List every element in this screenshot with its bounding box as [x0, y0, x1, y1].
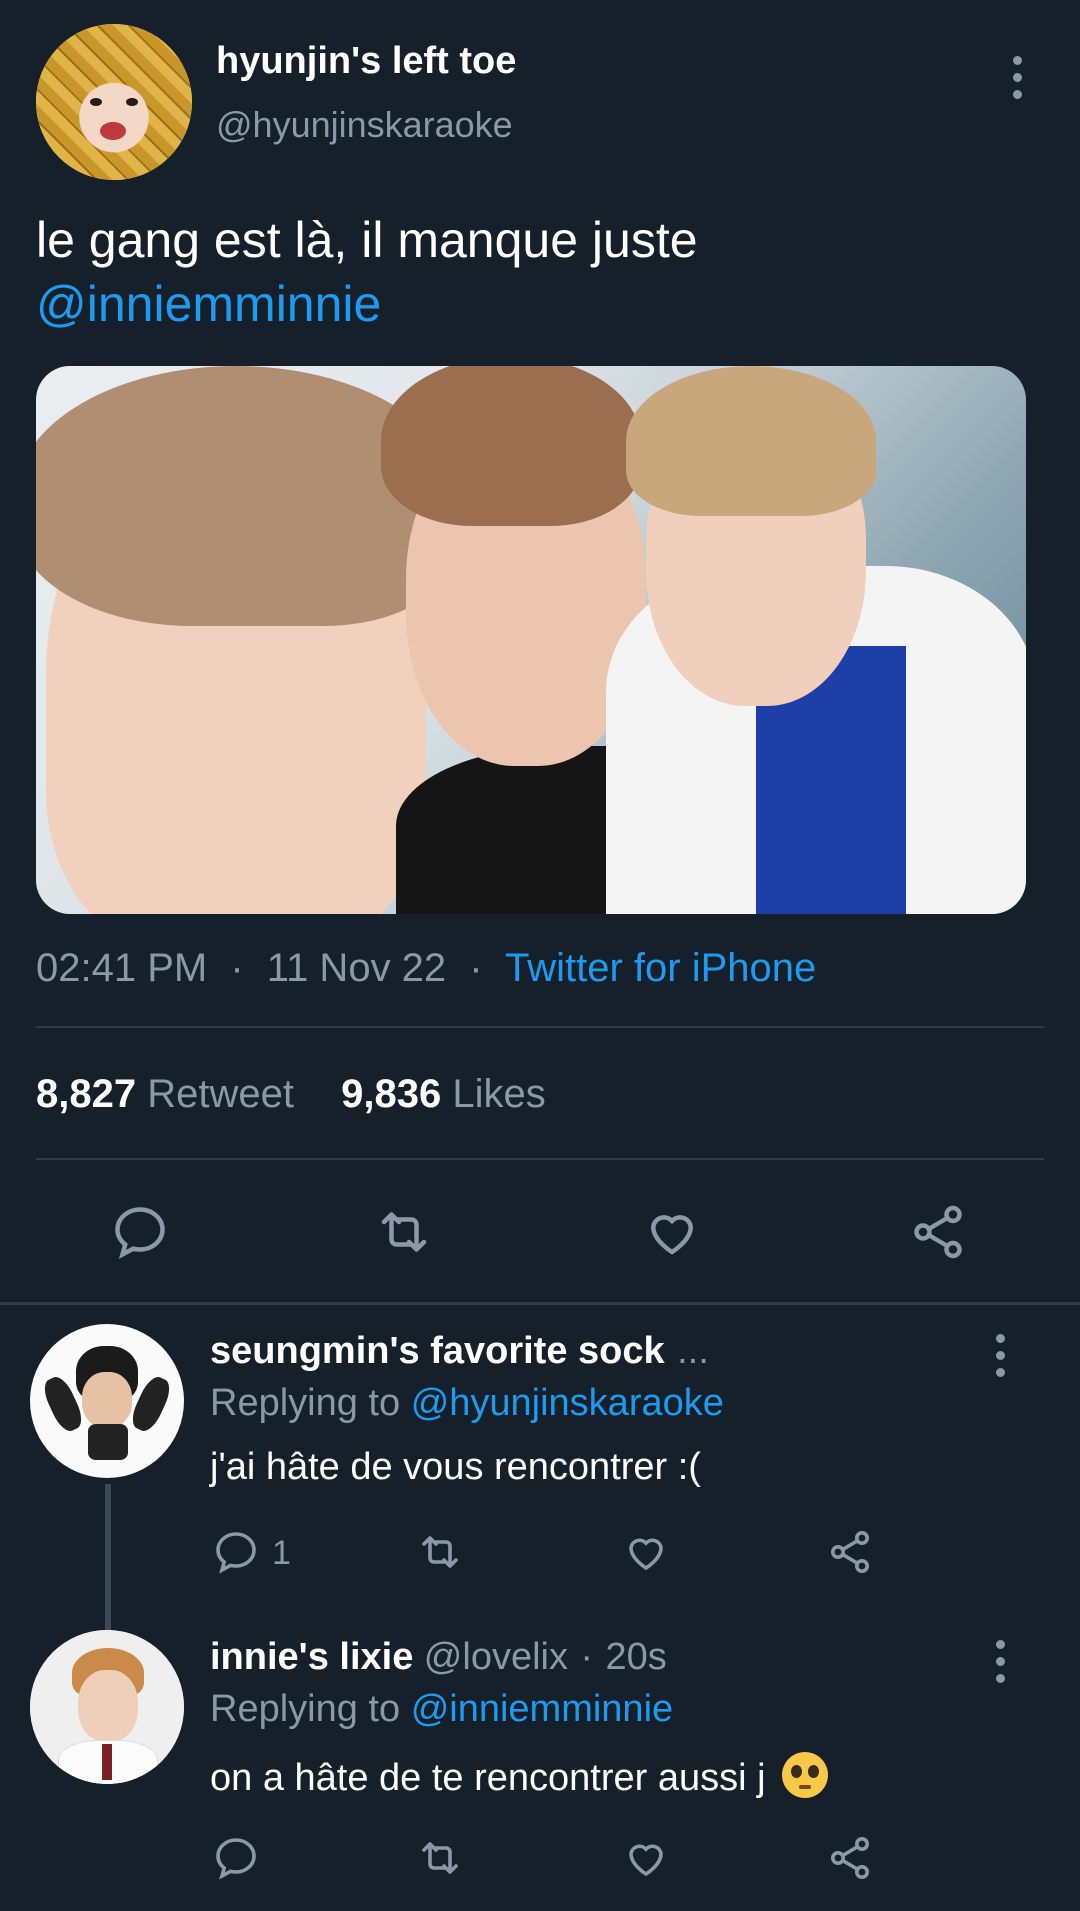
- replying-to-label: Replying to: [210, 1688, 401, 1730]
- reply-display-name[interactable]: seungmin's favorite sock: [210, 1330, 665, 1372]
- retweet-count: 8,827: [36, 1072, 137, 1116]
- replying-to-handle[interactable]: @inniemminnie: [411, 1688, 673, 1730]
- tweet-source-link[interactable]: Twitter for iPhone: [505, 946, 816, 990]
- section-divider: [0, 1302, 1080, 1305]
- pleading-face-emoji: [782, 1752, 829, 1798]
- like-icon[interactable]: [622, 1834, 670, 1882]
- retweet-icon[interactable]: [416, 1528, 464, 1576]
- reply-text: on a hâte de te rencontrer aussi j: [210, 1757, 766, 1799]
- pineapple-avatar-image: [36, 24, 192, 180]
- retweet-label: Retweet: [147, 1072, 294, 1116]
- reply-text: j'ai hâte de vous rencontrer :(: [210, 1446, 701, 1488]
- tweet-text: le gang est là, il manque juste @inniemm…: [36, 208, 1036, 336]
- avatar-eye-right: [126, 98, 138, 106]
- share-icon[interactable]: [826, 1528, 874, 1576]
- reply-handle[interactable]: @lovelix: [424, 1636, 568, 1678]
- avatar-eye-left: [90, 98, 102, 106]
- replying-to-label: Replying to: [210, 1382, 401, 1424]
- retweet-icon[interactable]: [416, 1834, 464, 1882]
- reply-icon[interactable]: [212, 1834, 260, 1882]
- photo-person-right-hair: [626, 366, 876, 516]
- retweet-icon[interactable]: [374, 1202, 434, 1262]
- avatar-lips: [100, 122, 126, 140]
- reply-icon[interactable]: [110, 1202, 170, 1262]
- more-options-icon[interactable]: [1011, 56, 1023, 99]
- author-handle[interactable]: @hyunjinskaraoke: [216, 104, 513, 146]
- like-icon[interactable]: [642, 1202, 702, 1262]
- tweet-photo[interactable]: [36, 366, 1026, 914]
- thread-connector: [105, 1484, 111, 1630]
- tweet-date: 11 Nov 22: [266, 946, 447, 990]
- likes-label: Likes: [452, 1072, 546, 1116]
- replying-to: Replying to @hyunjinskaraoke: [210, 1382, 724, 1425]
- tweet-mention-link[interactable]: @inniemminnie: [36, 272, 1036, 336]
- meta-separator: ·: [230, 946, 244, 990]
- photo-person-middle-hair: [381, 366, 641, 526]
- tweet-stats: 8,827 Retweet 9,836 Likes: [36, 1072, 546, 1117]
- likes-count: 9,836: [341, 1072, 442, 1116]
- meta-separator: ·: [580, 1636, 594, 1678]
- share-icon[interactable]: [908, 1202, 968, 1262]
- reply-more-options-icon[interactable]: [994, 1334, 1006, 1377]
- divider: [36, 1158, 1044, 1160]
- reply-count: 1: [272, 1534, 291, 1572]
- reply-icon[interactable]: [212, 1528, 260, 1576]
- reply-header: innie's lixie @lovelix · 20s: [210, 1636, 667, 1679]
- reply-time: 20s: [605, 1636, 667, 1678]
- meta-separator: ·: [469, 946, 483, 990]
- author-avatar[interactable]: [36, 24, 192, 180]
- replying-to: Replying to @inniemminnie: [210, 1688, 673, 1731]
- author-display-name[interactable]: hyunjin's left toe: [216, 40, 516, 83]
- avatar-tie: [102, 1744, 112, 1780]
- retweet-stat[interactable]: 8,827 Retweet: [36, 1072, 305, 1116]
- reply-more-options-icon[interactable]: [994, 1640, 1006, 1683]
- avatar-face: [82, 1372, 132, 1428]
- divider: [36, 1026, 1044, 1028]
- reply-display-name[interactable]: innie's lixie: [210, 1636, 413, 1678]
- name-truncation: ...: [677, 1330, 709, 1372]
- share-icon[interactable]: [826, 1834, 874, 1882]
- tweet-text-line: le gang est là, il manque juste: [36, 212, 698, 268]
- like-icon[interactable]: [622, 1528, 670, 1576]
- reply-header: seungmin's favorite sock ...: [210, 1330, 709, 1373]
- avatar-body: [88, 1424, 128, 1460]
- reply-text-row: on a hâte de te rencontrer aussi j: [210, 1752, 829, 1800]
- reply-author-avatar[interactable]: [30, 1630, 184, 1784]
- likes-stat[interactable]: 9,836 Likes: [341, 1072, 546, 1116]
- avatar-face: [78, 1670, 138, 1742]
- tweet-time: 02:41 PM: [36, 946, 208, 990]
- reply-author-avatar[interactable]: [30, 1324, 184, 1478]
- tweet-metadata: 02:41 PM · 11 Nov 22 · Twitter for iPhon…: [36, 946, 816, 991]
- replying-to-handle[interactable]: @hyunjinskaraoke: [411, 1382, 724, 1424]
